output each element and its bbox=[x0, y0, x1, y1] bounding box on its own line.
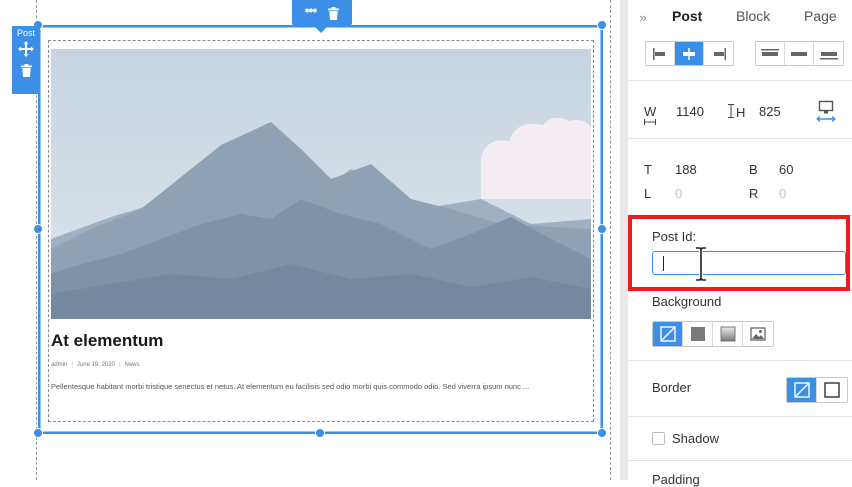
align-top-icon bbox=[761, 48, 779, 56]
background-image-button[interactable] bbox=[743, 322, 773, 346]
section-divider bbox=[628, 360, 852, 361]
resize-handle-left[interactable] bbox=[33, 224, 43, 234]
more-options-icon[interactable]: ••• bbox=[305, 3, 318, 17]
responsive-width-icon[interactable] bbox=[816, 100, 836, 124]
right-label: R bbox=[749, 186, 759, 201]
section-divider bbox=[628, 416, 852, 417]
meta-separator: | bbox=[118, 362, 121, 368]
background-type-group bbox=[652, 321, 774, 347]
design-canvas[interactable]: ••• Post At elementum admin | June 19, 2… bbox=[0, 0, 620, 480]
align-middle-icon bbox=[791, 51, 807, 56]
post-meta: admin | June 19, 2020 | News bbox=[51, 362, 140, 368]
shadow-toggle[interactable]: Shadow bbox=[652, 431, 719, 446]
post-excerpt: Pellentesque habitant morbi tristique se… bbox=[51, 382, 530, 391]
border-solid-button[interactable] bbox=[817, 378, 847, 402]
horizontal-align-group bbox=[645, 41, 734, 66]
height-label: H bbox=[736, 105, 746, 120]
post-id-highlight-box bbox=[628, 215, 850, 291]
image-fill-icon bbox=[750, 327, 766, 341]
post-date: June 19, 2020 bbox=[76, 362, 115, 368]
guide-line-right bbox=[610, 0, 611, 480]
width-value[interactable]: 1140 bbox=[676, 104, 704, 119]
align-bottom-button[interactable] bbox=[814, 42, 843, 65]
vertical-align-group bbox=[755, 41, 844, 66]
right-value[interactable]: 0 bbox=[779, 186, 786, 201]
align-middle-button[interactable] bbox=[785, 42, 814, 65]
align-center-button[interactable] bbox=[675, 42, 704, 65]
no-border-icon bbox=[793, 382, 810, 398]
post-author[interactable]: admin bbox=[51, 362, 67, 368]
element-type-label: Post bbox=[16, 28, 35, 38]
tab-block[interactable]: Block bbox=[736, 8, 770, 24]
solid-fill-icon bbox=[690, 327, 705, 341]
align-bottom-icon bbox=[819, 51, 838, 59]
element-toolbar: ••• bbox=[292, 0, 352, 33]
resize-handle-bottom-left[interactable] bbox=[33, 428, 43, 438]
align-left-icon bbox=[653, 47, 665, 60]
post-title: At elementum bbox=[51, 331, 164, 350]
align-right-button[interactable] bbox=[704, 42, 733, 65]
post-category[interactable]: News bbox=[125, 362, 140, 368]
move-icon[interactable] bbox=[17, 40, 35, 58]
left-label: L bbox=[644, 186, 652, 201]
panel-tabs: » Post Block Page bbox=[628, 0, 852, 34]
trash-icon[interactable] bbox=[328, 6, 340, 20]
shadow-checkbox[interactable] bbox=[652, 432, 665, 445]
resize-handle-bottom-right[interactable] bbox=[597, 428, 607, 438]
section-divider bbox=[628, 460, 852, 461]
gradient-fill-icon bbox=[720, 326, 735, 342]
shadow-label: Shadow bbox=[672, 431, 719, 446]
element-handle-tab: Post bbox=[12, 26, 40, 94]
top-value[interactable]: 188 bbox=[675, 162, 697, 177]
align-center-icon bbox=[683, 47, 695, 60]
border-label: Border bbox=[652, 380, 692, 395]
section-divider bbox=[628, 80, 852, 81]
background-label: Background bbox=[652, 294, 722, 309]
resize-handle-top-right[interactable] bbox=[597, 20, 607, 30]
top-label: T bbox=[644, 162, 652, 177]
height-value[interactable]: 825 bbox=[759, 104, 781, 119]
section-divider bbox=[628, 138, 852, 139]
delete-icon[interactable] bbox=[20, 64, 32, 77]
post-featured-image bbox=[51, 49, 591, 319]
meta-separator: | bbox=[71, 362, 73, 368]
expand-panel-icon[interactable]: » bbox=[628, 10, 658, 25]
resize-handle-right[interactable] bbox=[597, 224, 607, 234]
tab-post[interactable]: Post bbox=[672, 8, 702, 24]
align-top-button[interactable] bbox=[756, 42, 785, 65]
border-type-group bbox=[786, 377, 848, 403]
bottom-value[interactable]: 60 bbox=[779, 162, 793, 177]
height-arrow-icon bbox=[728, 104, 734, 118]
background-none-button[interactable] bbox=[653, 322, 683, 346]
solid-border-icon bbox=[824, 382, 840, 398]
background-color-button[interactable] bbox=[683, 322, 713, 346]
tab-page[interactable]: Page bbox=[804, 8, 837, 24]
border-none-button[interactable] bbox=[787, 378, 817, 402]
align-left-button[interactable] bbox=[646, 42, 675, 65]
width-arrow-icon bbox=[644, 119, 656, 125]
no-fill-icon bbox=[659, 326, 676, 342]
resize-handle-bottom[interactable] bbox=[315, 428, 325, 438]
width-label: W bbox=[644, 104, 657, 119]
background-gradient-button[interactable] bbox=[713, 322, 743, 346]
align-right-icon bbox=[713, 47, 726, 60]
bottom-label: B bbox=[749, 162, 758, 177]
left-value[interactable]: 0 bbox=[675, 186, 682, 201]
